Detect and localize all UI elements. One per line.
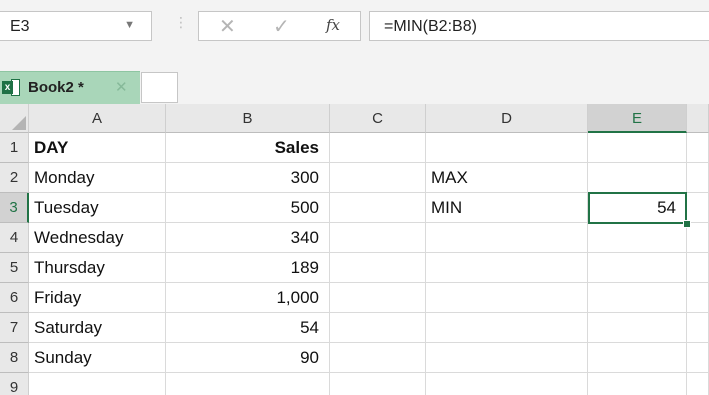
cell-d5[interactable] [426,253,588,283]
row-header-2[interactable]: 2 [0,163,29,193]
cell-d4[interactable] [426,223,588,253]
select-all-icon [12,116,26,130]
excel-window: E3 ▼ ⋮ ✕ ✓ fx =MIN(B2:B8) x Book2 * ✕ AB… [0,0,709,395]
cell-e9[interactable] [588,373,687,395]
excel-icon: x [2,79,20,96]
cell-c7[interactable] [330,313,426,343]
cell-c9[interactable] [330,373,426,395]
cell-e5[interactable] [588,253,687,283]
cell-f7[interactable] [687,313,709,343]
cell-b2[interactable]: 300 [166,163,330,193]
column-header-c[interactable]: C [330,104,426,133]
row-header-8[interactable]: 8 [0,343,29,373]
name-box[interactable]: E3 ▼ [0,11,152,41]
fill-handle[interactable] [683,220,691,228]
cell-c1[interactable] [330,133,426,163]
cell-b4[interactable]: 340 [166,223,330,253]
cell-e6[interactable] [588,283,687,313]
name-box-value: E3 [10,18,30,35]
cell-d7[interactable] [426,313,588,343]
cell-a8[interactable]: Sunday [29,343,166,373]
workbook-tab-strip: x Book2 * ✕ [0,62,709,104]
cell-e3[interactable]: 54 [588,193,687,223]
row-header-5[interactable]: 5 [0,253,29,283]
cell-d2[interactable]: MAX [426,163,588,193]
cell-d9[interactable] [426,373,588,395]
cell-f2[interactable] [687,163,709,193]
cell-c6[interactable] [330,283,426,313]
cancel-icon[interactable]: ✕ [219,14,236,39]
cell-f9[interactable] [687,373,709,395]
workbook-tab-book2[interactable]: x Book2 * ✕ [0,71,140,104]
cell-a6[interactable]: Friday [29,283,166,313]
cell-d3[interactable]: MIN [426,193,588,223]
cell-e1[interactable] [588,133,687,163]
enter-icon[interactable]: ✓ [273,14,290,39]
cell-b3[interactable]: 500 [166,193,330,223]
cell-f5[interactable] [687,253,709,283]
cell-e4[interactable] [588,223,687,253]
cell-b9[interactable] [166,373,330,395]
new-tab-area[interactable] [141,72,178,103]
cell-b8[interactable]: 90 [166,343,330,373]
cell-f3[interactable] [687,193,709,223]
cell-e7[interactable] [588,313,687,343]
spreadsheet-grid[interactable]: A B C D E 1 DAY Sales 2 Monday 300 MAX 3 Tuesday 500 MI… [0,104,709,395]
grip-icon[interactable]: ⋮ [174,14,188,31]
cell-b7[interactable]: 54 [166,313,330,343]
column-header-next[interactable] [687,104,709,133]
cell-e8[interactable] [588,343,687,373]
insert-function-icon[interactable]: fx [326,16,340,34]
row-header-1[interactable]: 1 [0,133,29,163]
formula-buttons: ✕ ✓ fx [198,11,361,41]
cell-f6[interactable] [687,283,709,313]
cell-f8[interactable] [687,343,709,373]
row-header-6[interactable]: 6 [0,283,29,313]
cell-a1[interactable]: DAY [29,133,166,163]
cell-e2[interactable] [588,163,687,193]
select-all-button[interactable] [0,104,29,133]
cell-c8[interactable] [330,343,426,373]
column-header-b[interactable]: B [166,104,330,133]
column-header-a[interactable]: A [29,104,166,133]
cell-a4[interactable]: Wednesday [29,223,166,253]
workbook-tab-label: Book2 * [28,79,84,96]
column-header-e[interactable]: E [588,104,687,133]
cell-a7[interactable]: Saturday [29,313,166,343]
cell-b5[interactable]: 189 [166,253,330,283]
cell-a3[interactable]: Tuesday [29,193,166,223]
cell-d8[interactable] [426,343,588,373]
cell-d6[interactable] [426,283,588,313]
cell-c4[interactable] [330,223,426,253]
cell-a5[interactable]: Thursday [29,253,166,283]
cell-b6[interactable]: 1,000 [166,283,330,313]
column-header-d[interactable]: D [426,104,588,133]
chevron-down-icon[interactable]: ▼ [124,19,135,31]
cell-c3[interactable] [330,193,426,223]
row-header-7[interactable]: 7 [0,313,29,343]
row-header-3[interactable]: 3 [0,193,29,223]
cell-b1[interactable]: Sales [166,133,330,163]
cell-c5[interactable] [330,253,426,283]
cell-f1[interactable] [687,133,709,163]
formula-input[interactable]: =MIN(B2:B8) [369,11,709,41]
row-header-4[interactable]: 4 [0,223,29,253]
cell-c2[interactable] [330,163,426,193]
formula-text: =MIN(B2:B8) [384,18,477,35]
cell-d1[interactable] [426,133,588,163]
row-header-9[interactable]: 9 [0,373,29,395]
close-icon[interactable]: ✕ [115,78,128,96]
formula-bar: E3 ▼ ⋮ ✕ ✓ fx =MIN(B2:B8) [0,0,709,63]
cell-a9[interactable] [29,373,166,395]
cell-a2[interactable]: Monday [29,163,166,193]
